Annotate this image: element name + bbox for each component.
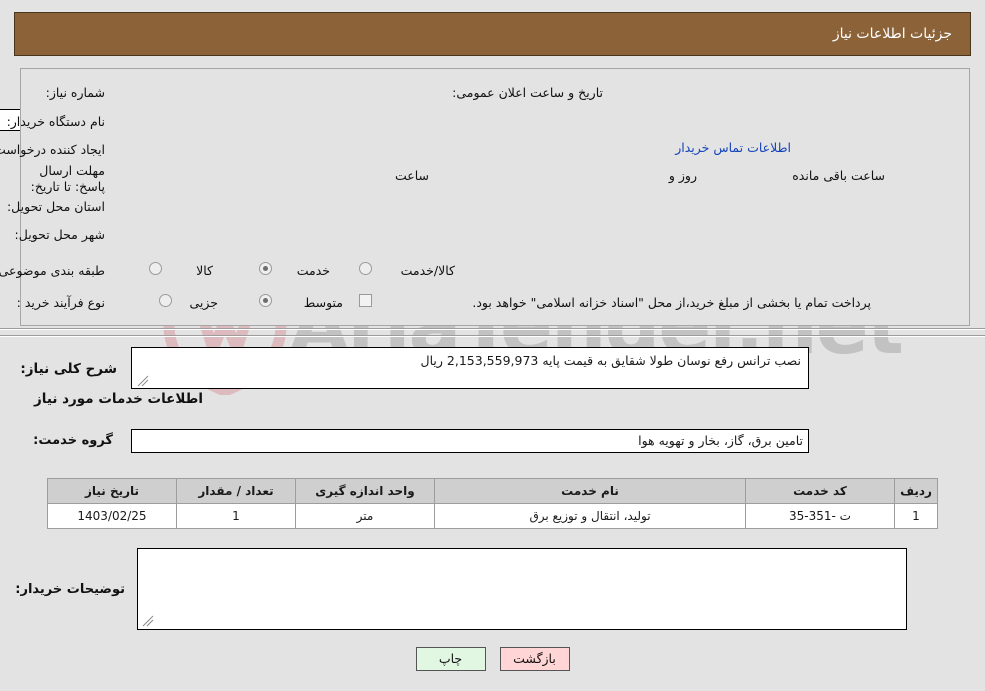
- col-need-date: تاریخ نیاز: [47, 478, 177, 504]
- city-label: شهر محل تحویل:: [14, 227, 105, 242]
- table-header-row: ردیف کد خدمت نام خدمت واحد اندازه گیری ت…: [47, 478, 938, 504]
- buyer-contact-link[interactable]: اطلاعات تماس خریدار: [675, 140, 791, 155]
- cell-unit: متر: [295, 503, 435, 529]
- services-table: ردیف کد خدمت نام خدمت واحد اندازه گیری ت…: [47, 478, 938, 529]
- page-title: جزئیات اطلاعات نیاز: [832, 26, 952, 42]
- purchase-type-label: نوع فرآیند خرید :: [16, 295, 105, 310]
- treasury-docs-checkbox[interactable]: [359, 294, 372, 307]
- deadline-hour-label: ساعت: [394, 168, 429, 183]
- need-info-panel: [20, 68, 970, 326]
- cell-service-name: تولید، انتقال و توزیع برق: [434, 503, 746, 529]
- purchase-type-radio-jozii[interactable]: [159, 294, 172, 307]
- purchase-type-option-motevasset: متوسط: [303, 295, 343, 310]
- buyer-org-label: نام دستگاه خریدار:: [6, 114, 105, 129]
- need-number-label: شماره نیاز:: [45, 85, 105, 100]
- col-service-name: نام خدمت: [434, 478, 746, 504]
- services-table-wrapper: ردیف کد خدمت نام خدمت واحد اندازه گیری ت…: [47, 478, 938, 529]
- cell-quantity: 1: [176, 503, 296, 529]
- col-quantity: تعداد / مقدار: [176, 478, 296, 504]
- purchase-type-option-jozii: جزیی: [189, 295, 218, 310]
- back-button[interactable]: بازگشت: [499, 647, 570, 671]
- requester-label: ایجاد کننده درخواست:: [0, 142, 105, 157]
- category-radio-khedmat[interactable]: [259, 262, 272, 275]
- col-service-code: کد خدمت: [745, 478, 895, 504]
- category-option-khedmat: خدمت: [296, 263, 330, 278]
- resize-grip-icon-notes: [142, 615, 154, 627]
- category-label: طبقه بندی موضوعی:: [0, 263, 105, 278]
- deadline-countdown-label: ساعت باقی مانده: [792, 168, 885, 183]
- section-divider-top: [0, 328, 985, 330]
- buyer-notes-textarea[interactable]: [137, 548, 907, 630]
- action-button-bar: بازگشت چاپ: [0, 647, 985, 671]
- category-radio-kala[interactable]: [149, 262, 162, 275]
- col-unit: واحد اندازه گیری: [295, 478, 435, 504]
- category-option-kala: کالا: [196, 263, 213, 278]
- category-radio-kala-khedmat[interactable]: [359, 262, 372, 275]
- deadline-label: مهلت ارسال پاسخ: تا تاریخ:: [30, 163, 105, 194]
- announce-datetime-label: تاریخ و ساعت اعلان عمومی:: [452, 85, 603, 100]
- print-button[interactable]: چاپ: [415, 647, 486, 671]
- deadline-days-label: روز و: [668, 168, 697, 183]
- resize-grip-icon: [137, 375, 149, 387]
- need-description-textarea[interactable]: نصب ترانس رفع نوسان طولا شقایق به قیمت پ…: [131, 347, 809, 389]
- cell-need-date: 1403/02/25: [47, 503, 177, 529]
- page-header: جزئیات اطلاعات نیاز: [14, 12, 971, 56]
- need-description-label: شرح کلی نیاز:: [20, 361, 117, 377]
- cell-service-code: ت -351-35: [745, 503, 895, 529]
- service-group-value: تامین برق، گاز، بخار و تهویه هوا: [131, 429, 809, 453]
- treasury-note-text: پرداخت تمام یا بخشی از مبلغ خرید،از محل …: [472, 295, 871, 310]
- purchase-type-radio-motevasset[interactable]: [259, 294, 272, 307]
- province-label: استان محل تحویل:: [6, 199, 105, 214]
- cell-row: 1: [894, 503, 938, 529]
- services-section-heading: اطلاعات خدمات مورد نیاز: [33, 391, 203, 407]
- category-option-kala-khedmat: کالا/خدمت: [400, 263, 455, 278]
- table-row: 1 ت -351-35 تولید، انتقال و توزیع برق مت…: [47, 503, 938, 529]
- col-row: ردیف: [894, 478, 938, 504]
- buyer-notes-label: توضیحات خریدار:: [15, 582, 125, 597]
- service-group-label: گروه خدمت:: [33, 433, 113, 448]
- section-divider-bottom: [0, 335, 985, 337]
